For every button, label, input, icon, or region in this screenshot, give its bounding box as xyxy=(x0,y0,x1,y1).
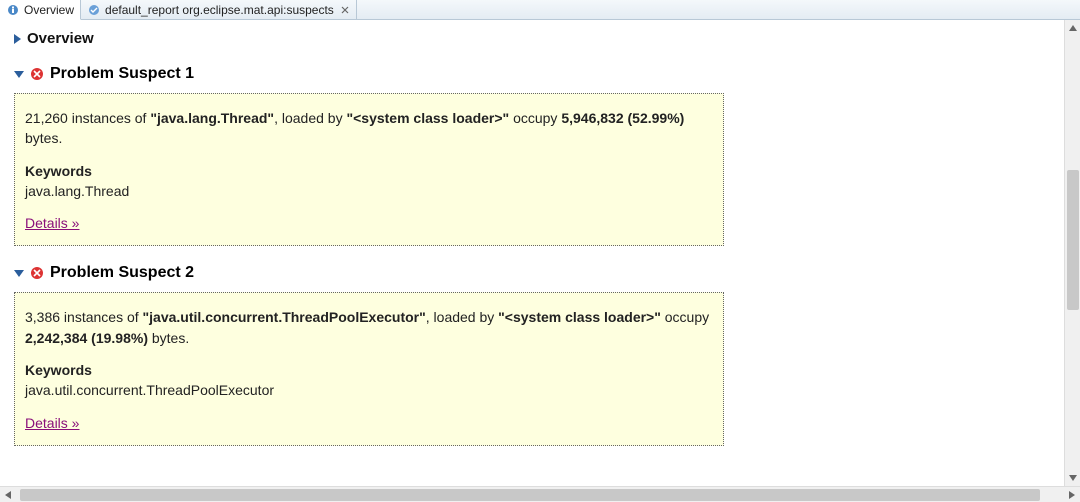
suspect-1-loader: "<system class loader>" xyxy=(346,110,509,126)
suspect-1-after: occupy xyxy=(509,110,561,126)
suspect-1-body: 21,260 instances of "java.lang.Thread", … xyxy=(25,108,713,149)
overview-title: Overview xyxy=(27,30,94,47)
scroll-right-icon[interactable] xyxy=(1064,487,1080,502)
suspect-1-suffix: bytes. xyxy=(25,130,62,146)
vertical-scroll-thumb[interactable] xyxy=(1067,170,1079,310)
suspect-2-body: 3,386 instances of "java.util.concurrent… xyxy=(25,307,713,348)
suspect-1-prefix: 21,260 instances of xyxy=(25,110,150,126)
tab-bar: Overview default_report org.eclipse.mat.… xyxy=(0,0,1080,20)
error-icon xyxy=(30,266,44,280)
suspect-1-bytes: 5,946,832 (52.99%) xyxy=(561,110,684,126)
tab-report[interactable]: default_report org.eclipse.mat.api:suspe… xyxy=(81,0,357,19)
chevron-down-icon xyxy=(14,270,24,277)
error-icon xyxy=(30,67,44,81)
content-area: Overview Problem Suspect 1 21,260 instan… xyxy=(0,20,1064,486)
suspect-2-mid: , loaded by xyxy=(426,309,498,325)
suspect-2-suffix: bytes. xyxy=(148,330,189,346)
suspect-2-bytes: 2,242,384 (19.98%) xyxy=(25,330,148,346)
suspect-2-loader: "<system class loader>" xyxy=(498,309,661,325)
suspect-2-keywords-label: Keywords xyxy=(25,360,713,380)
suspect-2-box: 3,386 instances of "java.util.concurrent… xyxy=(14,292,724,445)
suspect-1-header[interactable]: Problem Suspect 1 xyxy=(14,65,1056,83)
suspect-1-box: 21,260 instances of "java.lang.Thread", … xyxy=(14,93,724,246)
tab-overview[interactable]: Overview xyxy=(0,0,81,20)
info-icon xyxy=(6,3,20,17)
scroll-left-icon[interactable] xyxy=(0,487,16,502)
horizontal-scrollbar[interactable] xyxy=(0,486,1080,502)
suspect-2-header[interactable]: Problem Suspect 2 xyxy=(14,264,1056,282)
suspect-2-class: "java.util.concurrent.ThreadPoolExecutor… xyxy=(143,309,426,325)
close-icon[interactable] xyxy=(340,5,350,15)
scroll-down-icon[interactable] xyxy=(1065,470,1080,486)
suspect-2-title: Problem Suspect 2 xyxy=(50,264,194,282)
report-icon xyxy=(87,3,101,17)
tab-overview-label: Overview xyxy=(24,3,74,17)
suspect-1-keywords-value: java.lang.Thread xyxy=(25,181,713,201)
suspect-1-title: Problem Suspect 1 xyxy=(50,65,194,83)
chevron-down-icon xyxy=(14,71,24,78)
suspect-1-mid: , loaded by xyxy=(274,110,346,126)
tab-report-label: default_report org.eclipse.mat.api:suspe… xyxy=(105,3,334,17)
suspect-2-prefix: 3,386 instances of xyxy=(25,309,143,325)
suspect-1-keywords-label: Keywords xyxy=(25,161,713,181)
overview-section-header[interactable]: Overview xyxy=(14,30,1056,47)
suspect-2-keywords-value: java.util.concurrent.ThreadPoolExecutor xyxy=(25,380,713,400)
suspect-1-details-link[interactable]: Details » xyxy=(25,215,79,231)
scroll-up-icon[interactable] xyxy=(1065,20,1080,36)
vertical-scrollbar[interactable] xyxy=(1064,20,1080,486)
suspect-2-after: occupy xyxy=(661,309,709,325)
horizontal-scroll-thumb[interactable] xyxy=(20,489,1040,501)
suspect-2-details-link[interactable]: Details » xyxy=(25,415,79,431)
suspect-1-class: "java.lang.Thread" xyxy=(150,110,274,126)
chevron-right-icon xyxy=(14,34,21,44)
